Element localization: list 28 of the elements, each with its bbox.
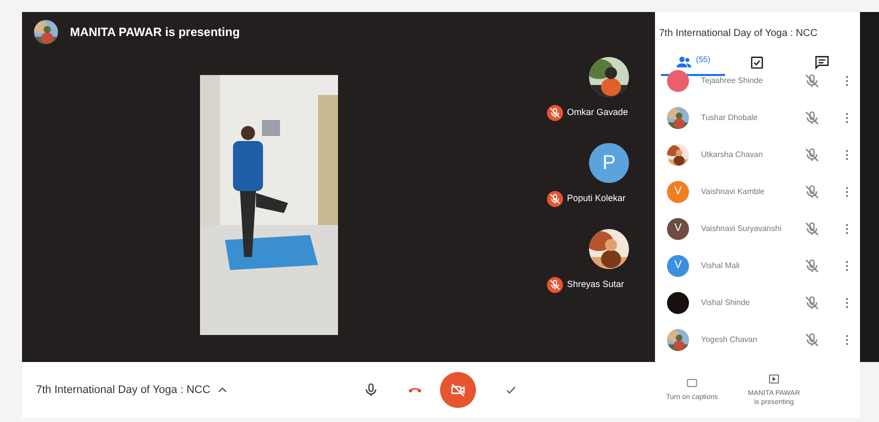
presenting-label: MANITA PAWAR is presenting (70, 24, 240, 41)
participant-name: Vaishnavi Suryavanshi (701, 222, 782, 234)
avatar-letter: V (674, 221, 682, 236)
avatar-letter: P (602, 151, 616, 176)
microphone-icon (363, 382, 379, 398)
participant-name: Tushar Dhobale (701, 112, 759, 124)
checkbox-icon (749, 54, 766, 70)
participant-name: Utkarsha Chavan (701, 148, 764, 160)
check-icon (505, 384, 517, 396)
participant-name: Poputi Kolekar (567, 192, 626, 206)
participant-name: Vaishnavi Kamble (701, 186, 766, 198)
participant-name: Yogesh Chavan (701, 334, 758, 346)
participant-name: Shreyas Sutar (567, 278, 624, 292)
camera-button[interactable] (440, 372, 476, 408)
participant-name: Tejashree Shinde (701, 74, 764, 86)
participant-name: Vishal Shinde (701, 296, 751, 308)
people-icon (676, 54, 692, 70)
avatar-letter: V (674, 184, 682, 200)
panel-title: 7th International Day of Yoga : NCC (659, 26, 818, 40)
participant-name: Omkar Gavade (567, 106, 628, 120)
present-screen-icon (768, 373, 780, 385)
chat-icon (814, 54, 830, 70)
participant-name: Vishal Mali (701, 260, 741, 272)
caret-icon (218, 387, 228, 393)
avatar-letter: V (674, 258, 682, 274)
captions-icon (686, 376, 698, 389)
camera-off-icon (450, 382, 466, 398)
meeting-details-button[interactable]: 7th International Day of Yoga : NCC (36, 382, 356, 398)
